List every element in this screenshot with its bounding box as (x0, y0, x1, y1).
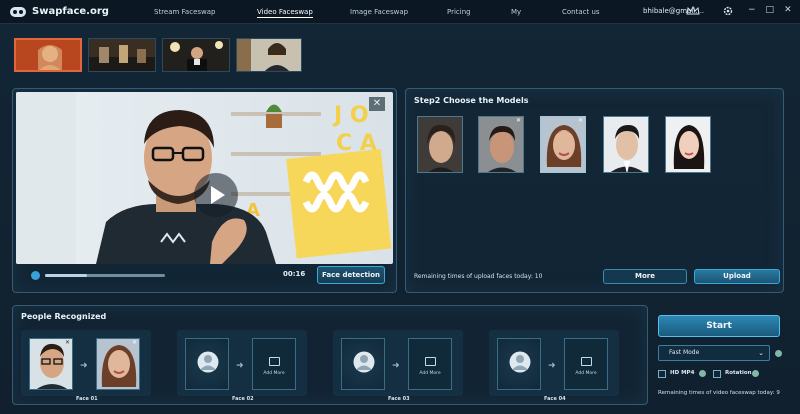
add-more-label: Add More (419, 371, 441, 376)
video-time: 00:16 (283, 270, 306, 278)
models-panel-title: Step2 Choose the Models (414, 96, 529, 105)
minimize-icon[interactable]: − (748, 5, 756, 15)
nav-pricing[interactable]: Pricing (447, 8, 471, 16)
face-label-1: Face 01 (76, 396, 98, 402)
video-progress-fill (45, 274, 87, 277)
maximize-icon[interactable]: □ (766, 5, 775, 15)
person-placeholder-icon (197, 351, 219, 373)
add-face-icon (269, 357, 280, 366)
remove-face-icon[interactable]: ✕ (132, 339, 137, 346)
remove-face-icon[interactable]: ✕ (65, 339, 70, 346)
face-label-4: Face 04 (544, 396, 566, 402)
add-more-face-3[interactable]: Add More (408, 338, 452, 390)
app-window: Swapface.org Stream Faceswap Video Faces… (0, 0, 800, 414)
face-detection-button[interactable]: Face detection (317, 266, 385, 284)
detected-face-1[interactable]: ✕ (29, 338, 73, 390)
source-face-1[interactable]: ✕ (96, 338, 140, 390)
hd-mp4-info-dot[interactable] (699, 370, 706, 377)
people-recognized-panel: People Recognized ✕ ➜ ✕ Face 01 ➜ Add Mo… (12, 305, 648, 405)
nav-image-faceswap[interactable]: Image Faceswap (350, 8, 408, 16)
detected-face-3[interactable] (341, 338, 385, 390)
play-button[interactable] (194, 173, 238, 217)
upload-button[interactable]: Upload (694, 269, 780, 284)
remove-model-icon[interactable]: ✕ (516, 117, 521, 124)
video-thumbnail-3[interactable] (162, 38, 230, 72)
nav-my[interactable]: My (511, 8, 521, 16)
arrow-right-icon: ➜ (80, 361, 88, 371)
model-option-5[interactable] (665, 116, 711, 173)
chevron-down-icon: ⌄ (758, 349, 764, 357)
person-placeholder-icon (509, 351, 531, 373)
rotation-info-dot[interactable] (752, 370, 759, 377)
video-thumbnail-2[interactable] (88, 38, 156, 72)
mask-logo-icon (10, 6, 26, 17)
add-face-icon (425, 357, 436, 366)
add-more-face-4[interactable]: Add More (564, 338, 608, 390)
mode-select-value: Fast Mode (669, 349, 700, 356)
close-video-button[interactable]: ✕ (369, 97, 385, 111)
video-player[interactable]: J O C A A ✕ (16, 92, 393, 264)
model-option-2[interactable]: ✕ (478, 116, 524, 173)
arrow-right-icon: ➜ (392, 361, 400, 371)
nav-contact-us[interactable]: Contact us (562, 8, 600, 16)
more-button[interactable]: More (603, 269, 687, 284)
arrow-right-icon: ➜ (236, 361, 244, 371)
detected-face-2[interactable] (185, 338, 229, 390)
video-thumbnail-4[interactable] (236, 38, 302, 72)
app-title: Swapface.org (32, 6, 109, 17)
face-label-2: Face 02 (232, 396, 254, 402)
play-small-icon[interactable] (31, 271, 40, 280)
video-progress-bar[interactable] (45, 274, 165, 277)
model-option-4[interactable] (603, 116, 649, 173)
settings-gear-icon[interactable] (722, 5, 734, 17)
add-more-face-2[interactable]: Add More (252, 338, 296, 390)
nav-stream-faceswap[interactable]: Stream Faceswap (154, 8, 216, 16)
model-option-1[interactable] (417, 116, 463, 173)
logo[interactable]: Swapface.org (10, 6, 120, 17)
nav-video-faceswap[interactable]: Video Faceswap (257, 8, 313, 18)
swap-controls: Start Fast Mode ⌄ HD MP4 Rotation Remain… (655, 312, 790, 407)
mode-select[interactable]: Fast Mode ⌄ (658, 345, 770, 361)
hd-mp4-label: HD MP4 (670, 370, 695, 376)
remaining-upload-text: Remaining times of upload faces today: 1… (414, 273, 543, 280)
video-panel: J O C A A ✕ 00:16 Face detection (12, 88, 397, 293)
add-more-label: Add More (263, 371, 285, 376)
video-thumbnail-1[interactable] (14, 38, 82, 72)
crown-icon[interactable] (686, 6, 700, 16)
people-panel-title: People Recognized (21, 312, 107, 321)
window-controls: − □ ✕ (748, 5, 792, 15)
rotation-label: Rotation (725, 370, 752, 376)
models-panel: Step2 Choose the Models ✕ ✕ Remaining ti… (405, 88, 784, 293)
arrow-right-icon: ➜ (548, 361, 556, 371)
rotation-checkbox[interactable] (713, 370, 721, 378)
hd-mp4-checkbox[interactable] (658, 370, 666, 378)
add-more-label: Add More (575, 371, 597, 376)
person-placeholder-icon (353, 351, 375, 373)
add-face-icon (581, 357, 592, 366)
face-label-3: Face 03 (388, 396, 410, 402)
remaining-video-text: Remaining times of video faceswap today:… (658, 390, 780, 396)
start-button[interactable]: Start (658, 315, 780, 337)
svg-text:J O: J O (332, 103, 369, 128)
close-icon[interactable]: ✕ (784, 5, 792, 15)
video-controls: 00:16 Face detection (21, 265, 391, 287)
detected-face-4[interactable] (497, 338, 541, 390)
remove-model-icon[interactable]: ✕ (578, 117, 583, 124)
mode-info-dot[interactable] (775, 350, 782, 357)
model-option-3[interactable]: ✕ (540, 116, 586, 173)
